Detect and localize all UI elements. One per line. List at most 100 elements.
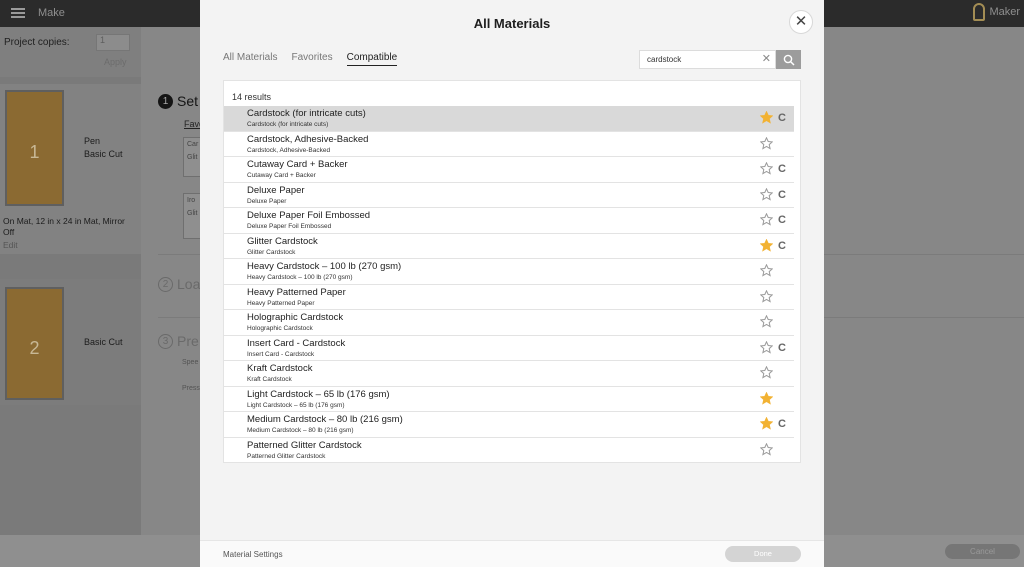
mat-number: 1 [29,142,40,163]
material-name: Heavy Patterned Paper [247,286,346,298]
star-icon[interactable] [760,442,773,456]
cut-setting-icon: C [778,163,786,175]
cut-setting-icon: C [778,112,786,124]
material-subtitle: Medium Cardstock – 80 lb (216 gsm) [247,427,354,434]
mat-tool-label: Basic Cut [84,337,123,347]
material-name: Insert Card - Cardstock [247,337,346,349]
cut-setting-icon: C [778,341,786,354]
material-row[interactable]: Insert Card - Cardstock Insert Card - Car… [224,336,794,361]
star-icon[interactable] [760,366,773,379]
material-subtitle: Glitter Cardstock [247,248,296,256]
tab-favorites[interactable]: Favorites [291,52,332,66]
results-panel: 14 results Cardstock (for intricate cuts… [223,80,801,463]
materials-dialog: All Materials ✕ All Materials Favorites … [200,0,824,567]
search-icon [783,54,795,66]
project-copies-input[interactable]: 1 [96,34,130,51]
material-subtitle: Patterned Glitter Cardstock [247,452,326,460]
dialog-footer: Material Settings Done [200,540,824,567]
star-icon[interactable] [760,187,773,201]
clear-search-icon[interactable]: ✕ [762,51,771,68]
material-row[interactable]: Kraft Cardstock Kraft Cardstock [224,361,794,387]
star-icon[interactable] [760,340,773,354]
search-button[interactable] [776,50,801,69]
star-icon[interactable] [760,315,773,328]
star-icon[interactable] [760,136,773,150]
material-row[interactable]: Deluxe Paper Deluxe Paper C [224,183,794,208]
material-subtitle: Deluxe Paper Foil Embossed [247,223,332,230]
material-row[interactable]: Heavy Patterned Paper Heavy Patterned Pap… [224,285,794,310]
material-name: Deluxe Paper [247,184,305,196]
material-row[interactable]: Glitter Cardstock Glitter Cardstock C [224,234,794,259]
material-name: Holographic Cardstock [247,312,344,323]
tab-all-materials[interactable]: All Materials [223,52,277,66]
cut-setting-icon: C [778,214,786,226]
apply-button[interactable]: Apply [104,57,127,67]
material-name: Patterned Glitter Cardstock [247,439,362,451]
star-icon[interactable] [760,162,773,175]
mat-preview[interactable]: 1 [5,90,64,206]
material-row[interactable]: Cutaway Card + Backer Cutaway Card + Back… [224,157,794,183]
mat-edit-link[interactable]: Edit [3,240,18,250]
material-row[interactable]: Patterned Glitter Cardstock Patterned Gli… [224,438,794,463]
star-filled-icon[interactable] [760,417,773,430]
machine-label: Maker [989,6,1020,18]
material-row[interactable]: Cardstock, Adhesive-Backed Cardstock, Adh… [224,132,794,157]
close-button[interactable]: ✕ [789,10,813,34]
search-value: cardstock [647,55,682,64]
done-button[interactable]: Done [725,546,801,562]
machine-selector[interactable]: Maker [973,3,1020,21]
star-filled-icon[interactable] [760,111,773,124]
material-subtitle: Insert Card - Cardstock [247,350,315,358]
material-tabs: All Materials Favorites Compatible [223,52,411,66]
material-search: cardstock ✕ [639,50,801,69]
mat-number: 2 [29,338,40,359]
project-copies: Project copies: 1 Apply [0,27,141,77]
step-load: 2 Loa [158,276,200,292]
star-filled-icon[interactable] [760,238,773,252]
star-filled-icon[interactable] [760,391,773,405]
step-set[interactable]: 1 Set [158,93,198,109]
material-row[interactable]: Deluxe Paper Foil Embossed Deluxe Paper F… [224,208,794,234]
star-icon[interactable] [760,289,773,303]
material-name: Cutaway Card + Backer [247,159,348,170]
material-name: Cardstock (for intricate cuts) [247,108,366,119]
menu-icon[interactable] [11,8,25,18]
material-name: Heavy Cardstock – 100 lb (270 gsm) [247,261,402,272]
machine-icon [973,3,986,21]
close-icon: ✕ [794,13,808,30]
step-label: Pre [177,333,199,349]
material-row[interactable]: Cardstock (for intricate cuts) Cardstock … [224,106,794,132]
star-icon[interactable] [760,213,773,226]
search-input[interactable]: cardstock ✕ [639,50,776,69]
star-icon[interactable] [760,264,773,277]
material-name: Medium Cardstock – 80 lb (216 gsm) [247,414,403,425]
results-count: 14 results [232,92,272,102]
tab-compatible[interactable]: Compatible [346,52,398,66]
material-subtitle: Heavy Cardstock – 100 lb (270 gsm) [247,274,353,281]
material-name: Light Cardstock – 65 lb (176 gsm) [247,388,390,400]
cut-setting-icon: C [778,418,786,430]
step-number: 1 [158,94,173,109]
mat-preview[interactable]: 2 [5,287,64,400]
material-subtitle: Heavy Patterned Paper [247,299,315,307]
cut-setting-icon: C [778,239,786,252]
cancel-button[interactable]: Cancel [945,544,1020,559]
material-row[interactable]: Light Cardstock – 65 lb (176 gsm) Light C… [224,387,794,412]
material-row[interactable]: Heavy Cardstock – 100 lb (270 gsm) Heavy … [224,259,794,285]
material-name: Deluxe Paper Foil Embossed [247,210,371,221]
mat-card[interactable]: 1 Pen Basic Cut On Mat, 12 in x 24 in Ma… [0,84,141,254]
material-name: Glitter Cardstock [247,235,318,247]
step-label: Loa [177,276,201,292]
material-subtitle: Holographic Cardstock [247,325,313,332]
material-row[interactable]: Medium Cardstock – 80 lb (216 gsm) Medium… [224,412,794,438]
material-settings-link[interactable]: Material Settings [223,550,283,559]
material-subtitle: Cardstock, Adhesive-Backed [247,146,331,154]
mat-card[interactable]: 2 Basic Cut [0,279,141,405]
step-number: 3 [158,334,173,349]
dialog-title: All Materials [473,16,551,31]
material-subtitle: Light Cardstock – 65 lb (176 gsm) [247,401,345,409]
app-title: Make [38,7,65,19]
step-sub-label: Press [182,385,200,392]
step-press: 3 Pre [158,333,199,349]
material-row[interactable]: Holographic Cardstock Holographic Cardsto… [224,310,794,336]
